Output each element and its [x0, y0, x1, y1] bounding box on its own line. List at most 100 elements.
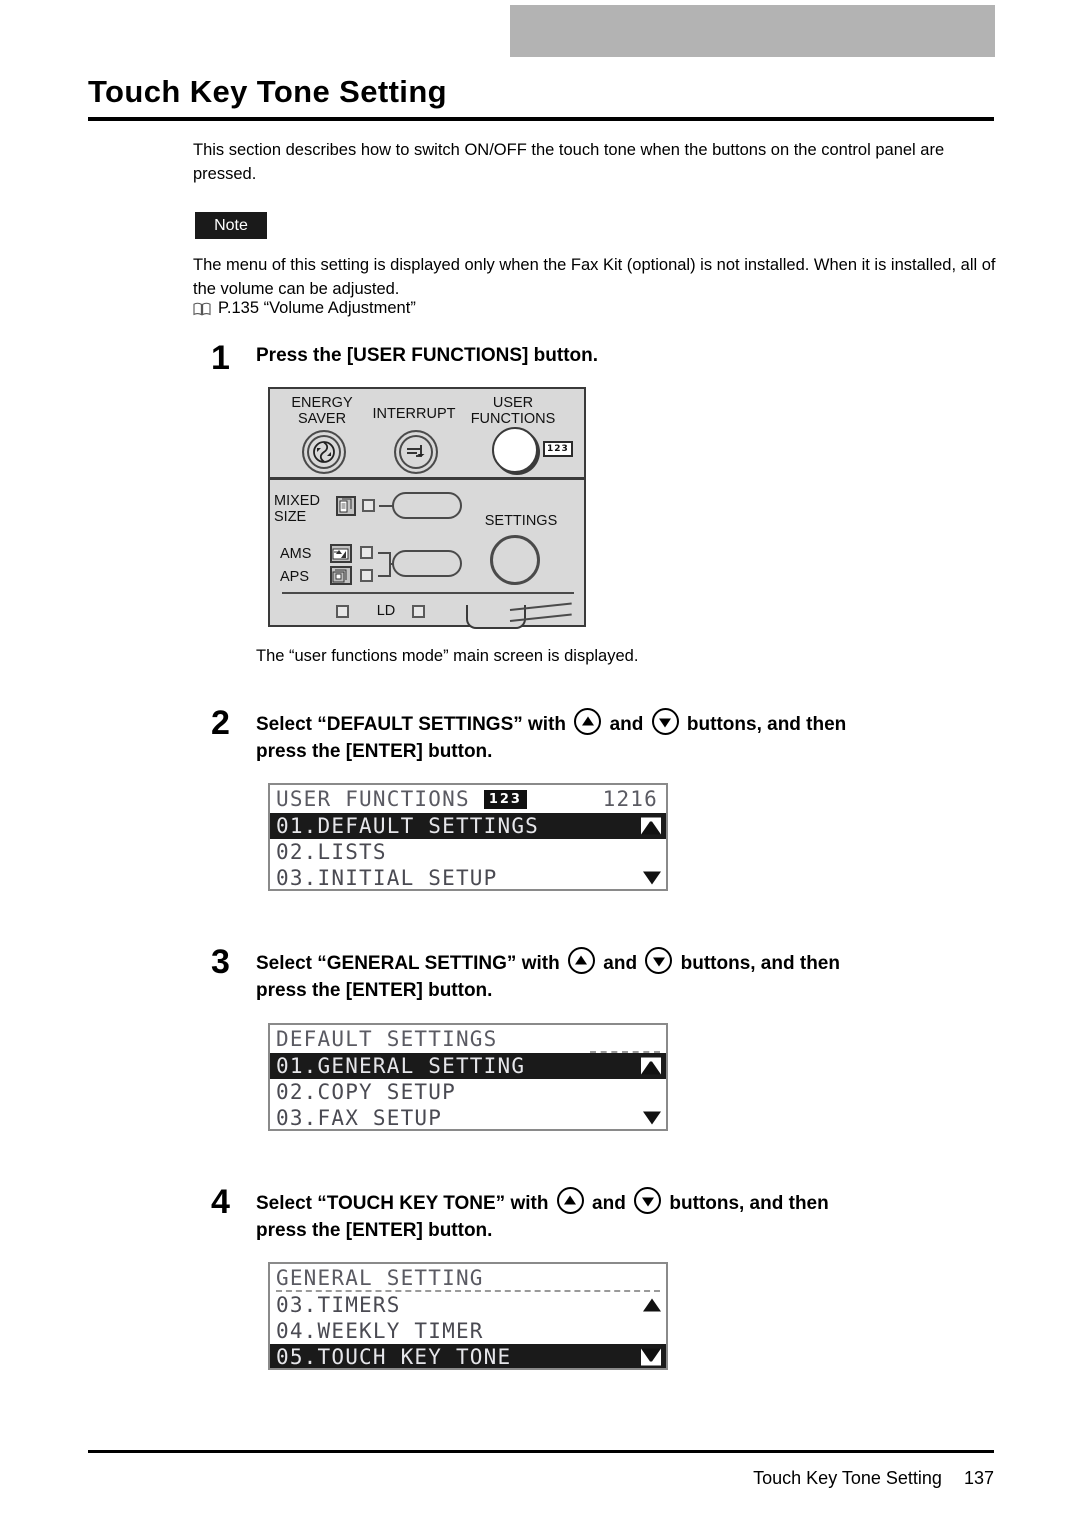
- step-3-text: Select “GENERAL SETTING” with and button…: [256, 947, 996, 1004]
- scroll-up-icon[interactable]: [641, 1057, 661, 1075]
- lcd-menu-item[interactable]: 04.WEEKLY TIMER: [270, 1318, 666, 1344]
- step-4-text-part-a: Select “TOUCH KEY TONE” with: [256, 1193, 549, 1214]
- page-title: Touch Key Tone Setting: [88, 74, 447, 109]
- arrow-down-icon[interactable]: [634, 1187, 662, 1214]
- arrow-up-icon[interactable]: [567, 947, 595, 974]
- interrupt-button[interactable]: [394, 430, 438, 474]
- step-2-number: 2: [211, 704, 230, 742]
- lcd-header-title: USER FUNCTIONS: [276, 787, 470, 811]
- user-functions-button[interactable]: [492, 427, 538, 473]
- lcd-menu-item[interactable]: 03.INITIAL SETUP: [270, 865, 666, 890]
- step-1-caption: The “user functions mode” main screen is…: [256, 647, 639, 665]
- footer-page-number: 137: [963, 1468, 994, 1488]
- step-2-text-part-a: Select “DEFAULT SETTINGS” with: [256, 714, 567, 735]
- step-4-text-part-c: buttons, and then: [669, 1193, 829, 1214]
- ld-led-right: [412, 605, 425, 618]
- mixed-size-button[interactable]: [392, 492, 462, 519]
- arrow-up-icon[interactable]: [574, 708, 602, 735]
- scroll-down-icon[interactable]: [643, 1111, 661, 1125]
- mixed-size-led: [362, 499, 375, 512]
- footer-rule: [88, 1450, 994, 1453]
- step-2-text-part-d: press the [ENTER] button.: [256, 741, 493, 762]
- lcd-header-row: GENERAL SETTING: [270, 1264, 666, 1292]
- header-gray-band: [510, 5, 995, 57]
- step-3-text-part-b: and: [603, 953, 638, 974]
- panel-bottom-rule: [282, 592, 574, 594]
- title-underline: [88, 117, 994, 121]
- ams-aps-button[interactable]: [392, 550, 462, 577]
- lcd-menu-item-label: 01.GENERAL SETTING: [276, 1054, 526, 1078]
- book-icon: [193, 302, 211, 316]
- control-panel-illustration: ENERGY SAVER INTERRUPT USER FUNCTIONS 12…: [268, 387, 586, 629]
- lcd-menu-item-label: 03.TIMERS: [276, 1293, 401, 1317]
- ams-icon: [330, 544, 352, 563]
- mixed-size-icon: [336, 496, 356, 516]
- aps-label: APS: [280, 569, 310, 585]
- step-1-text: Press the [USER FUNCTIONS] button.: [256, 345, 599, 366]
- lcd-menu-item[interactable]: 02.COPY SETUP: [270, 1079, 666, 1105]
- aps-icon: [330, 566, 352, 585]
- scroll-up-icon[interactable]: [643, 1298, 661, 1312]
- step-3-number: 3: [211, 943, 230, 981]
- lcd-header-row: DEFAULT SETTINGS: [270, 1025, 666, 1053]
- energy-saver-button[interactable]: [302, 430, 346, 474]
- settings-label: SETTINGS: [484, 513, 558, 529]
- lcd-menu-item-label: 03.INITIAL SETUP: [276, 866, 498, 890]
- lcd-menu-item-label: 01.DEFAULT SETTINGS: [276, 814, 540, 838]
- step-3-text-part-d: press the [ENTER] button.: [256, 980, 493, 1001]
- arrow-down-icon[interactable]: [651, 708, 679, 735]
- default-settings-screen: DEFAULT SETTINGS 01.GENERAL SETTING 02.C…: [268, 1023, 668, 1131]
- note-badge: Note: [195, 212, 267, 239]
- lcd-header-badge: 123: [481, 787, 529, 811]
- lcd-menu-item[interactable]: 03.TIMERS: [270, 1292, 666, 1318]
- ld-label: LD: [376, 603, 396, 619]
- lcd-menu-item-label: 02.COPY SETUP: [276, 1080, 456, 1104]
- scroll-down-icon[interactable]: [641, 1348, 661, 1366]
- step-4-text-part-b: and: [592, 1193, 626, 1214]
- step-3-text-part-c: buttons, and then: [680, 953, 840, 974]
- ams-led: [360, 546, 373, 559]
- lcd-menu-item[interactable]: 01.GENERAL SETTING: [270, 1053, 666, 1079]
- lcd-header-title: DEFAULT SETTINGS: [276, 1027, 498, 1051]
- step-2-text: Select “DEFAULT SETTINGS” with and butto…: [256, 708, 996, 765]
- step-4-text-part-d: press the [ENTER] button.: [256, 1220, 493, 1241]
- ld-led-left: [336, 605, 349, 618]
- ams-label: AMS: [280, 546, 312, 562]
- lcd-menu-item[interactable]: 05.TOUCH KEY TONE: [270, 1344, 666, 1369]
- panel-divider: [270, 477, 584, 480]
- arrow-down-icon[interactable]: [645, 947, 673, 974]
- lcd-header-row: USER FUNCTIONS 123 1216: [270, 785, 666, 813]
- intro-paragraph: This section describes how to switch ON/…: [193, 141, 945, 183]
- mixed-size-label: MIXED SIZE: [274, 493, 320, 525]
- scroll-down-icon[interactable]: [643, 871, 661, 885]
- footer-section-title: Touch Key Tone Setting: [753, 1468, 942, 1488]
- lcd-menu-item[interactable]: 02.LISTS: [270, 839, 666, 865]
- lcd-header-title: GENERAL SETTING: [276, 1266, 484, 1290]
- user-functions-label: USER FUNCTIONS: [470, 395, 556, 427]
- general-setting-screen: GENERAL SETTING 03.TIMERS 04.WEEKLY TIME…: [268, 1262, 668, 1370]
- lcd-menu-item-label: 04.WEEKLY TIMER: [276, 1319, 484, 1343]
- step-2-text-part-c: buttons, and then: [686, 714, 847, 735]
- lcd-menu-item[interactable]: 01.DEFAULT SETTINGS: [270, 813, 666, 839]
- scroll-up-icon[interactable]: [641, 817, 661, 835]
- lcd-menu-item-label: 02.LISTS: [276, 840, 387, 864]
- energy-saver-label: ENERGY SAVER: [291, 395, 353, 427]
- arrow-up-icon[interactable]: [556, 1187, 584, 1214]
- aps-led: [360, 569, 373, 582]
- user-functions-badge: 123: [543, 441, 573, 457]
- lcd-header-value: 1216: [602, 787, 658, 811]
- mixed-size-connector: [379, 505, 393, 507]
- settings-button[interactable]: [490, 535, 540, 585]
- step-4-text: Select “TOUCH KEY TONE” with and buttons…: [256, 1187, 996, 1244]
- step-3-text-part-a: Select “GENERAL SETTING” with: [256, 953, 560, 974]
- interrupt-label: INTERRUPT: [372, 406, 456, 422]
- lcd-menu-item[interactable]: 03.FAX SETUP: [270, 1105, 666, 1130]
- lcd-menu-item-label: 05.TOUCH KEY TONE: [276, 1345, 512, 1369]
- lcd-menu-item-label: 03.FAX SETUP: [276, 1106, 443, 1130]
- step-2-text-part-b: and: [609, 714, 644, 735]
- note-body: The menu of this setting is displayed on…: [193, 256, 996, 298]
- cross-reference-label: P.135 “Volume Adjustment”: [218, 299, 416, 317]
- step-1-number: 1: [211, 339, 230, 377]
- cross-reference: P.135 “Volume Adjustment”: [193, 299, 416, 318]
- user-functions-screen: USER FUNCTIONS 123 1216 01.DEFAULT SETTI…: [268, 783, 668, 891]
